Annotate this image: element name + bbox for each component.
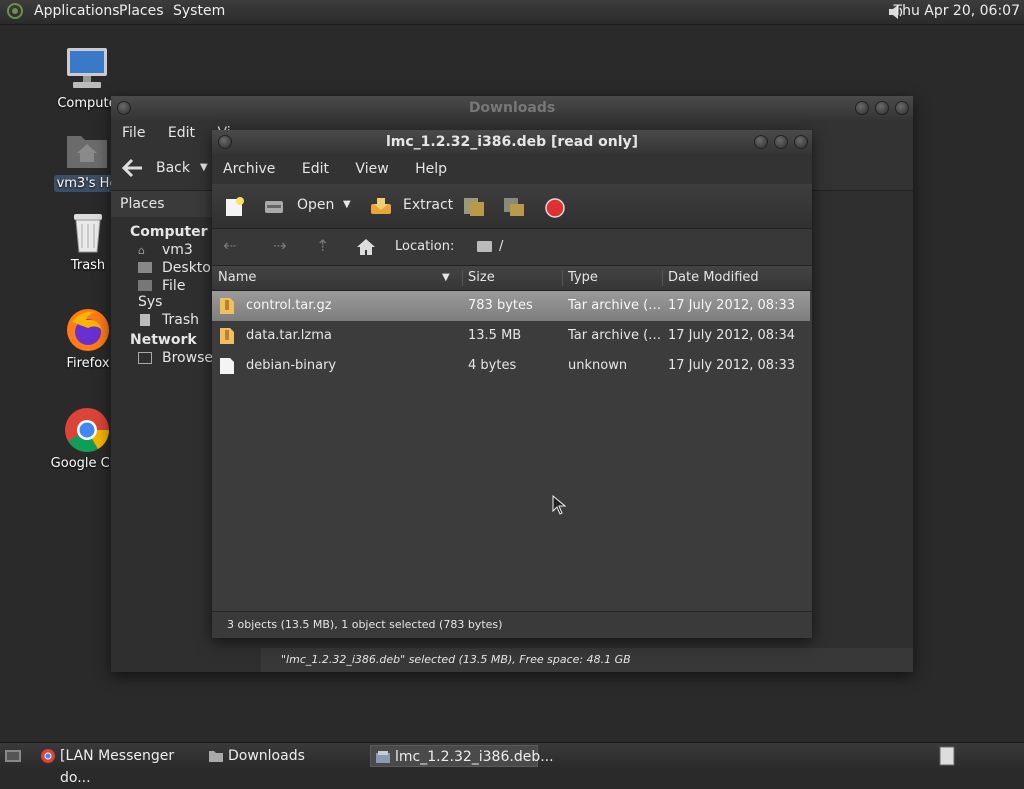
up-arrow-icon[interactable]: ⇡: [316, 236, 329, 255]
file-row[interactable]: debian-binary 4 bytes unknown 17 July 20…: [212, 351, 810, 381]
desktop-label-computer: Compute: [57, 96, 117, 111]
archive-manager-window: lmc_1.2.32_i386.deb [read only] Archive …: [212, 130, 812, 638]
taskbar-item-archive-manager[interactable]: lmc_1.2.32_i386.deb...: [370, 745, 554, 767]
folder-icon: [138, 262, 152, 273]
location-bar: ⇠ ⇢ ⇡ Location: /: [212, 229, 812, 266]
sidebar-header-network: Network: [130, 332, 197, 348]
open-dropdown-icon[interactable]: ▼: [343, 184, 351, 228]
home-icon: ⌂: [138, 244, 145, 257]
menu-help[interactable]: Help: [415, 161, 447, 177]
archive-title: lmc_1.2.32_i386.deb [read only]: [385, 134, 639, 150]
clock[interactable]: Thu Apr 20, 06:07: [894, 0, 1020, 22]
archive-statusbar: 3 objects (13.5 MB), 1 object selected (…: [212, 611, 812, 638]
open-icon[interactable]: [263, 197, 285, 217]
sidebar-item-filesystem[interactable]: File Sys: [111, 276, 211, 310]
network-icon: [138, 352, 152, 364]
drive-icon: [138, 280, 152, 291]
workspace-switcher-icon[interactable]: [938, 746, 956, 766]
taskbar-item-lan-messenger[interactable]: [LAN Messenger do...: [36, 745, 200, 786]
computer-icon: [63, 46, 111, 94]
menu-archive[interactable]: Archive: [223, 161, 275, 177]
sort-arrow-icon[interactable]: ▼: [442, 266, 450, 290]
location-path[interactable]: /: [499, 229, 503, 265]
column-name[interactable]: Name: [212, 266, 256, 290]
close-button[interactable]: [794, 135, 808, 149]
stop-icon[interactable]: [544, 197, 566, 219]
back-arrow-icon[interactable]: ⇠: [223, 236, 236, 255]
location-label: Location:: [395, 239, 455, 254]
chrome-icon: [63, 406, 111, 454]
archive-titlebar[interactable]: lmc_1.2.32_i386.deb [read only]: [212, 130, 812, 154]
maximize-button[interactable]: [875, 101, 889, 115]
close-button[interactable]: [895, 101, 909, 115]
text-file-icon: [220, 358, 234, 374]
archive-file-icon: [220, 298, 234, 314]
new-archive-icon[interactable]: [223, 196, 245, 218]
trash-icon: [64, 208, 112, 256]
sidebar: Computer ⌂ vm3 Desktop File Sys Trash Net…: [111, 216, 220, 646]
show-desktop-icon[interactable]: [4, 747, 22, 765]
folder-icon: [477, 241, 492, 252]
column-date-modified[interactable]: Date Modified: [662, 266, 759, 290]
applications-menu[interactable]: Applications: [34, 0, 120, 24]
back-dropdown-icon[interactable]: ▼: [200, 146, 208, 190]
extract-icon[interactable]: [369, 196, 393, 218]
menu-view[interactable]: View: [355, 161, 388, 177]
system-menu[interactable]: System: [173, 0, 225, 24]
top-panel: Applications Places System Thu Apr 20, 0…: [0, 0, 1024, 25]
distro-logo-icon[interactable]: [7, 3, 23, 19]
downloads-titlebar[interactable]: Downloads: [111, 96, 913, 120]
downloads-statusbar: "lmc_1.2.32_i386.deb" selected (13.5 MB)…: [261, 648, 913, 672]
back-button[interactable]: Back: [156, 146, 190, 190]
extract-button[interactable]: Extract: [403, 184, 453, 228]
home-folder-icon: [63, 126, 111, 174]
folder-icon: [209, 751, 223, 762]
window-menu-button[interactable]: [117, 101, 131, 115]
archive-toolbar: Open ▼ Extract: [212, 184, 812, 229]
home-icon[interactable]: [356, 238, 376, 256]
desktop-label-trash: Trash: [70, 258, 106, 273]
archive-manager-icon: [376, 751, 390, 763]
add-files-icon[interactable]: [462, 196, 486, 218]
file-list-header: Name ▼ Size Type Date Modified: [212, 266, 812, 291]
back-arrow-icon[interactable]: [122, 158, 144, 178]
bottom-panel: [LAN Messenger do... Downloads lmc_1.2.3…: [0, 742, 1024, 786]
menu-file[interactable]: File: [122, 125, 145, 141]
maximize-button[interactable]: [774, 135, 788, 149]
chrome-icon: [41, 749, 55, 763]
file-row[interactable]: control.tar.gz 783 bytes Tar archive (… …: [212, 291, 810, 321]
sidebar-item-desktop[interactable]: Desktop: [111, 258, 220, 276]
file-row[interactable]: data.tar.lzma 13.5 MB Tar archive (… 17 …: [212, 321, 810, 351]
column-type[interactable]: Type: [562, 266, 598, 290]
window-menu-button[interactable]: [218, 135, 232, 149]
desktop-label-firefox: Firefox: [66, 356, 110, 371]
sidebar-item-browse-network[interactable]: Browse: [111, 348, 213, 366]
sidebar-item-trash[interactable]: Trash: [111, 310, 211, 328]
archive-file-icon: [220, 328, 234, 344]
places-menu[interactable]: Places: [119, 0, 164, 24]
add-folder-icon[interactable]: [502, 196, 526, 218]
places-label[interactable]: Places: [111, 191, 216, 217]
mouse-cursor-icon: [552, 495, 566, 515]
column-size[interactable]: Size: [462, 266, 495, 290]
sidebar-item-vm3[interactable]: ⌂ vm3: [111, 240, 211, 258]
downloads-title: Downloads: [468, 100, 556, 116]
taskbar-item-downloads[interactable]: Downloads: [204, 745, 364, 767]
file-list: control.tar.gz 783 bytes Tar archive (… …: [212, 291, 812, 613]
minimize-button[interactable]: [855, 101, 869, 115]
menu-edit[interactable]: Edit: [168, 125, 195, 141]
archive-menubar: Archive Edit View Help: [212, 154, 812, 184]
forward-arrow-icon[interactable]: ⇢: [273, 236, 286, 255]
menu-edit[interactable]: Edit: [302, 161, 329, 177]
firefox-icon: [64, 306, 112, 354]
sidebar-header-computer: Computer: [130, 224, 208, 240]
minimize-button[interactable]: [754, 135, 768, 149]
open-button[interactable]: Open: [297, 184, 334, 228]
trash-icon: [140, 314, 150, 326]
